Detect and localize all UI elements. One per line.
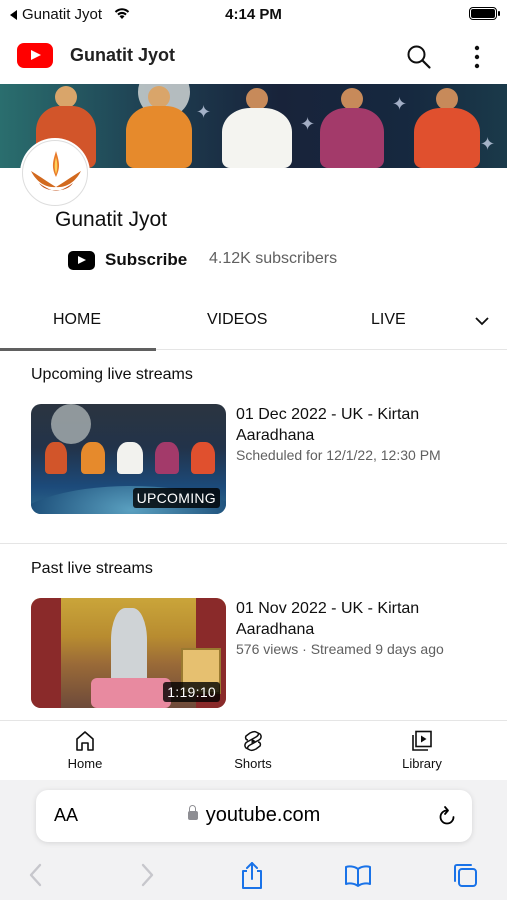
banner-figure (222, 88, 292, 168)
thumbnail-figure (155, 442, 179, 474)
star-graphic: ✦ (392, 94, 408, 114)
upcoming-video-meta: Scheduled for 12/1/22, 12:30 PM (236, 447, 441, 463)
header-title: Gunatit Jyot (70, 45, 176, 65)
thumbnail-figure (117, 442, 143, 474)
active-tab-indicator (0, 348, 156, 351)
app-header: Gunatit Jyot (0, 30, 507, 82)
nav-shorts-label: Shorts (234, 756, 272, 771)
section-divider (0, 543, 507, 544)
thumbnail-figure (81, 442, 105, 474)
clock: 4:14 PM (225, 6, 282, 23)
upcoming-section-title: Upcoming live streams (31, 366, 193, 383)
channel-tabs: HOME VIDEOS LIVE (0, 298, 507, 350)
youtube-play-icon (68, 250, 95, 270)
lock-icon (187, 805, 198, 820)
share-icon[interactable] (237, 860, 267, 890)
thumbnail-figure (191, 442, 215, 474)
subscribe-button[interactable]: Subscribe (68, 248, 187, 272)
subscriber-count: 4.12K subscribers (209, 250, 338, 267)
home-icon (76, 731, 94, 751)
banner-figure (414, 88, 480, 168)
star-graphic: ✦ (480, 134, 496, 154)
nav-library-label: Library (402, 756, 442, 771)
nav-home-label: Home (67, 756, 103, 771)
channel-avatar[interactable] (22, 140, 88, 206)
bottom-navigation: Home Shorts Library (0, 720, 507, 780)
tab-home[interactable]: HOME (53, 311, 101, 329)
nav-home[interactable]: Home (45, 729, 125, 771)
subscribe-label: Subscribe (105, 250, 188, 269)
tab-live[interactable]: LIVE (371, 311, 406, 329)
past-section-title: Past live streams (31, 560, 153, 577)
upcoming-video-thumbnail[interactable]: UPCOMING (31, 404, 226, 514)
chevron-down-icon[interactable] (473, 312, 491, 330)
channel-name: Gunatit Jyot (55, 208, 168, 231)
url-display[interactable]: youtube.com (36, 804, 472, 827)
banner-figure (126, 86, 192, 168)
upcoming-video-title[interactable]: 01 Dec 2022 - UK - Kirtan Aaradhana (236, 404, 486, 446)
tab-videos[interactable]: VIDEOS (207, 311, 267, 329)
thumbnail-figure (111, 608, 147, 688)
diya-logo-icon (31, 151, 81, 191)
upcoming-badge: UPCOMING (132, 488, 220, 508)
shorts-icon (244, 730, 262, 752)
browser-back-icon[interactable] (22, 860, 52, 890)
address-bar[interactable]: AA youtube.com (36, 790, 472, 842)
more-options-icon[interactable] (465, 43, 489, 71)
curtain-graphic (31, 598, 61, 708)
battery-icon (469, 7, 500, 20)
banner-figure (320, 88, 384, 168)
tabs-icon[interactable] (450, 860, 480, 890)
search-icon[interactable] (405, 43, 433, 71)
nav-shorts[interactable]: Shorts (213, 729, 293, 771)
star-graphic: ✦ (196, 102, 212, 122)
reload-icon[interactable] (436, 804, 458, 828)
past-video-title[interactable]: 01 Nov 2022 - UK - Kirtan Aaradhana (236, 598, 486, 640)
thumbnail-figure (45, 442, 67, 474)
browser-forward-icon[interactable] (131, 860, 161, 890)
duration-badge: 1:19:10 (163, 682, 220, 702)
star-graphic: ✦ (300, 114, 316, 134)
bookmarks-icon[interactable] (343, 860, 373, 890)
youtube-logo-icon[interactable] (17, 43, 53, 68)
url-text: youtube.com (205, 804, 321, 826)
browser-toolbar: AA youtube.com (0, 780, 507, 900)
past-video-thumbnail[interactable]: 1:19:10 (31, 598, 226, 708)
status-bar: Gunatit Jyot 4:14 PM (0, 0, 507, 30)
nav-library[interactable]: Library (382, 729, 462, 771)
moon-graphic (51, 404, 91, 444)
past-video-meta: 576 views · Streamed 9 days ago (236, 641, 444, 657)
thumbnail-decoration (91, 678, 171, 708)
library-icon (412, 730, 432, 751)
